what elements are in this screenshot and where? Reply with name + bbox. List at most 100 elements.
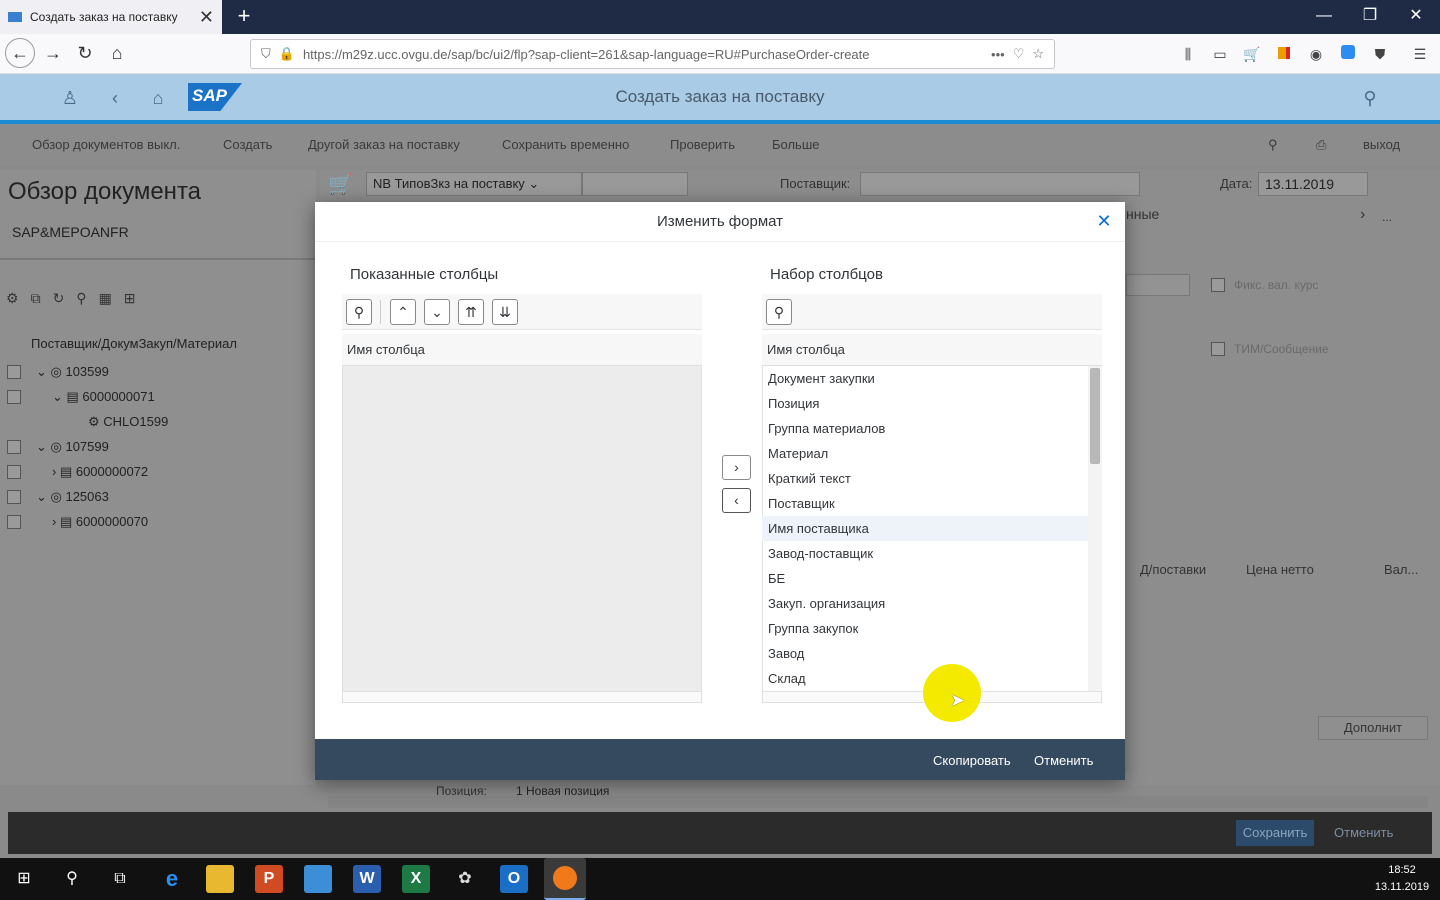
toolbar-check[interactable]: Проверить [670,137,735,152]
url-bar[interactable]: ⛉ 🔒 https://m29z.ucc.ovgu.de/sap/bc/ui2/… [250,39,1055,69]
sap-logon-icon[interactable]: ✿ [451,865,479,893]
app-icon[interactable] [304,865,332,893]
task-view-icon[interactable]: ⧉ [106,865,134,893]
pocket-icon[interactable]: ♡ [1013,46,1025,62]
powerpoint-icon[interactable]: P [255,865,283,893]
word-icon[interactable]: W [353,865,381,893]
tree-layout-icon[interactable]: ▦ [99,290,112,312]
shown-search-icon[interactable]: ⚲ [346,299,372,325]
tree-item[interactable]: ⌄ ▤ 6000000071 [52,389,155,405]
column-set-scroll-thumb[interactable] [1090,368,1100,464]
shown-columns-list[interactable] [342,366,702,691]
shell-search-icon[interactable]: ⚲ [1357,86,1383,110]
tree-copy-icon[interactable]: ⧉ [31,290,41,312]
toolbar-doc-overview[interactable]: Обзор документов выкл. [32,137,180,152]
toolbar-create[interactable]: Создать [223,137,272,152]
minimize-icon[interactable]: — [1304,4,1344,28]
tabs-next-icon[interactable]: › [1360,206,1365,224]
list-item[interactable]: Закуп. организация [762,591,1088,616]
order-number-field[interactable] [582,172,688,196]
bookmark-star-icon[interactable]: ☆ [1032,46,1044,62]
tree-checkbox[interactable] [7,440,21,454]
taskbar-clock[interactable]: 18:52 13.11.2019 [1370,862,1434,896]
header-tab-partial[interactable]: нные [1126,206,1159,222]
home-icon[interactable]: ⌂ [102,39,132,67]
outlook-icon[interactable]: O [500,865,528,893]
move-down-icon[interactable]: ⌄ [424,299,450,325]
edge-icon[interactable]: e [158,865,186,893]
list-item[interactable]: Материал [762,441,1088,466]
shown-list-scrollbar[interactable] [342,691,702,703]
tree-item[interactable]: › ▤ 6000000072 [52,464,148,480]
tree-item[interactable]: ⚙ CHLO1599 [88,414,168,430]
tree-checkbox[interactable] [7,490,21,504]
toolbar-search-icon[interactable]: ⚲ [1268,137,1278,153]
footer-cancel-button[interactable]: Отменить [1334,825,1393,840]
order-type-select[interactable]: NB ТиповЗкз на поставку ⌄ [366,172,582,196]
forward-icon[interactable]: → [38,39,68,67]
toolbar-print-icon[interactable]: ⎙ [1316,137,1326,153]
add-column-button[interactable]: › [722,455,751,480]
library-icon[interactable]: ⫼ [1178,44,1198,64]
browser-tab[interactable]: Создать заказ на поставку ✕ [0,0,222,34]
more-details-button[interactable]: Дополнит [1318,716,1428,740]
tree-filter-icon[interactable]: ⚙ [6,290,19,312]
restore-icon[interactable]: ❐ [1350,4,1390,28]
tree-hierarchy-icon[interactable]: ⊞ [124,290,136,312]
list-item-hovered[interactable]: Имя поставщика [762,516,1088,541]
cancel-button[interactable]: Отменить [1034,753,1093,768]
header-field[interactable] [1126,274,1190,296]
list-item[interactable]: БЕ [762,566,1088,591]
toolbar-more[interactable]: Больше [772,137,820,152]
tree-search-icon[interactable]: ⚲ [76,290,86,312]
remove-column-button[interactable]: ‹ [722,488,751,513]
taskbar-search-icon[interactable]: ⚲ [58,865,86,893]
tabs-overflow-icon[interactable]: ... [1382,210,1392,224]
shell-home-icon[interactable]: ⌂ [145,86,171,110]
tim-checkbox[interactable] [1211,342,1225,356]
list-item[interactable]: Краткий текст [762,466,1088,491]
toolbar-save-draft[interactable]: Сохранить временно [502,137,629,152]
list-item[interactable]: Документ закупки [762,366,1088,391]
tab-close-icon[interactable]: ✕ [199,7,214,28]
sidebar-icon[interactable]: ▭ [1210,44,1230,64]
windows-start-icon[interactable]: ⊞ [10,865,38,893]
tree-checkbox[interactable] [7,465,21,479]
tree-item[interactable]: ⌄ ◎ 107599 [36,439,109,455]
move-up-icon[interactable]: ⌃ [390,299,416,325]
firefox-taskbar-button[interactable] [544,858,586,900]
reload-icon[interactable]: ↻ [70,39,100,67]
user-icon[interactable]: ♙ [57,86,83,110]
copy-button[interactable]: Скопировать [933,753,1011,768]
extension-icon[interactable] [1338,44,1358,64]
tree-item[interactable]: › ▤ 6000000070 [52,514,148,530]
move-bottom-icon[interactable]: ⇊ [492,299,518,325]
list-item[interactable]: Группа материалов [762,416,1088,441]
list-item[interactable]: Поставщик [762,491,1088,516]
supplier-field[interactable] [860,172,1140,196]
cart-icon[interactable]: 🛒 [1242,44,1262,64]
tree-checkbox[interactable] [7,390,21,404]
move-top-icon[interactable]: ⇈ [458,299,484,325]
window-close-icon[interactable]: ✕ [1396,4,1436,28]
flag-icon[interactable] [1274,44,1294,64]
fixed-rate-checkbox[interactable] [1211,278,1225,292]
dialog-close-icon[interactable]: ✕ [1094,211,1114,231]
tree-item[interactable]: ⌄ ◎ 103599 [36,364,109,380]
footer-save-button[interactable]: Сохранить [1236,820,1314,846]
list-item[interactable]: Завод [762,641,1088,666]
tree-item[interactable]: ⌄ ◎ 125063 [36,489,109,505]
tree-checkbox[interactable] [7,515,21,529]
more-actions-icon[interactable]: ••• [991,47,1005,62]
back-icon[interactable]: ← [5,38,35,68]
date-field[interactable]: 13.11.2019 [1258,172,1368,196]
toolbar-exit[interactable]: выход [1363,137,1400,152]
tree-refresh-icon[interactable]: ↻ [53,290,65,312]
list-item[interactable]: Позиция [762,391,1088,416]
menu-icon[interactable]: ☰ [1410,44,1430,64]
toolbar-other-order[interactable]: Другой заказ на поставку [308,137,460,152]
list-item[interactable]: Группа закупок [762,616,1088,641]
privacy-icon[interactable]: ⛊ [1370,44,1390,64]
account-icon[interactable]: ◉ [1306,44,1326,64]
file-explorer-icon[interactable] [206,865,234,893]
